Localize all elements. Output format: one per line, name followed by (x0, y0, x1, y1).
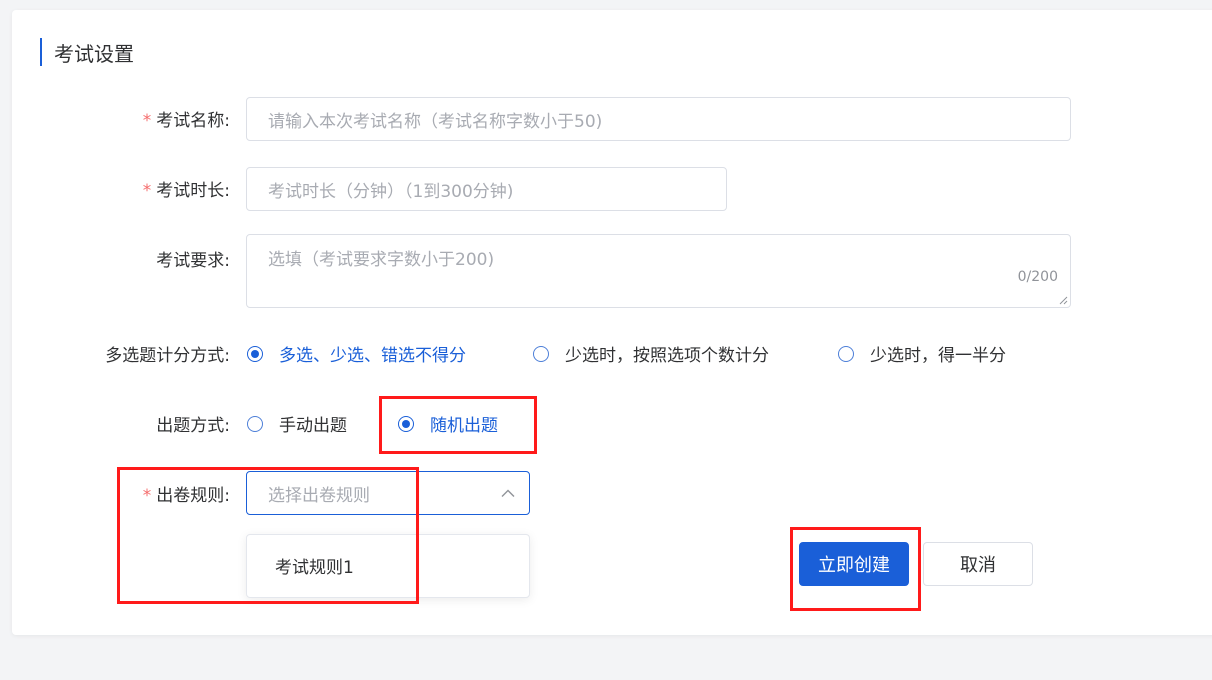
radio-scoring-no-partial[interactable]: 多选、少选、错选不得分 (247, 341, 466, 366)
required-mark: * (142, 111, 152, 131)
radio-scoring-by-count[interactable]: 少选时，按照选项个数计分 (533, 341, 769, 366)
question-mode-label: 出题方式: (156, 416, 230, 436)
required-mark: * (142, 181, 152, 201)
exam-name-placeholder: 请输入本次考试名称（考试名称字数小于50) (268, 111, 603, 132)
exam-requirement-label: 考试要求: (156, 251, 230, 271)
exam-requirement-placeholder: 选填（考试要求字数小于200) (268, 250, 495, 270)
paper-rule-label: * 出卷规则: (142, 486, 230, 506)
radio-unchecked-icon (247, 415, 263, 432)
exam-requirement-textarea[interactable]: 选填（考试要求字数小于200) 0/200 (246, 234, 1071, 308)
paper-rule-select[interactable]: 选择出卷规则 (246, 471, 530, 515)
required-mark: * (142, 486, 152, 506)
exam-duration-label: * 考试时长: (142, 181, 230, 201)
radio-checked-icon (398, 415, 414, 432)
section-header: 考试设置 (40, 38, 134, 66)
exam-duration-placeholder: 考试时长（分钟）（1到300分钟) (268, 181, 514, 202)
paper-rule-dropdown: 考试规则1 (246, 534, 530, 598)
dropdown-option[interactable]: 考试规则1 (275, 553, 354, 578)
scoring-method-label: 多选题计分方式: (105, 346, 230, 366)
radio-unchecked-icon (533, 345, 549, 362)
section-accent-bar (40, 38, 42, 66)
radio-manual-questions[interactable]: 手动出题 (247, 411, 347, 436)
chevron-up-icon (501, 489, 515, 497)
resize-handle-icon[interactable] (1058, 295, 1068, 305)
radio-unchecked-icon (838, 345, 854, 362)
section-title: 考试设置 (54, 41, 134, 66)
create-button[interactable]: 立即创建 (799, 542, 909, 586)
exam-name-input[interactable]: 请输入本次考试名称（考试名称字数小于50) (246, 97, 1071, 141)
exam-name-label: * 考试名称: (142, 111, 230, 131)
cancel-button[interactable]: 取消 (923, 542, 1033, 586)
radio-random-questions[interactable]: 随机出题 (398, 411, 498, 436)
char-counter: 0/200 (1017, 269, 1058, 285)
radio-scoring-half[interactable]: 少选时，得一半分 (838, 341, 1006, 366)
exam-duration-input[interactable]: 考试时长（分钟）（1到300分钟) (246, 167, 727, 211)
radio-checked-icon (247, 345, 263, 362)
paper-rule-placeholder: 选择出卷规则 (268, 485, 370, 506)
